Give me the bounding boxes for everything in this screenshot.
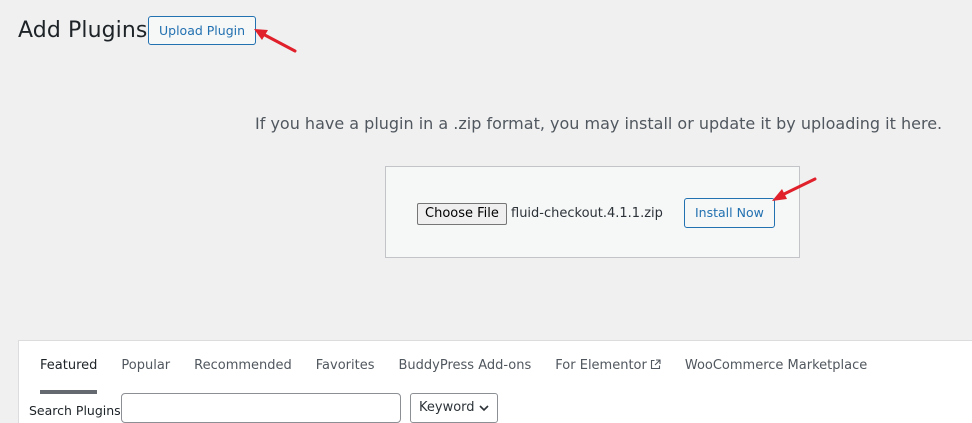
filter-tabs: Featured Popular Recommended Favorites B… [19, 341, 881, 394]
search-type-select[interactable]: Keyword [410, 393, 498, 423]
tab-label: BuddyPress Add-ons [398, 358, 532, 373]
tab-favorites[interactable]: Favorites [306, 341, 385, 394]
tab-label: Popular [121, 358, 171, 373]
annotation-arrow-icon [772, 177, 817, 201]
tab-label: Recommended [194, 358, 292, 373]
page-title: Add Plugins [18, 18, 148, 43]
tab-woocommerce-marketplace[interactable]: WooCommerce Marketplace [675, 341, 877, 394]
tab-for-elementor[interactable]: For Elementor [545, 341, 671, 394]
search-type-value: Keyword [419, 400, 475, 415]
search-plugins-input[interactable] [121, 393, 401, 423]
tab-buddypress-addons[interactable]: BuddyPress Add-ons [389, 341, 542, 394]
plugin-filter-panel: Featured Popular Recommended Favorites B… [18, 340, 972, 423]
upload-help-text: If you have a plugin in a .zip format, y… [255, 114, 943, 133]
tab-label: Featured [40, 358, 98, 373]
external-link-icon [650, 359, 661, 370]
tab-label: For Elementor [555, 358, 647, 373]
annotation-arrow-icon [254, 29, 297, 53]
tab-popular[interactable]: Popular [111, 341, 180, 394]
add-plugins-page: Add Plugins Upload Plugin If you have a … [0, 0, 972, 423]
tab-recommended[interactable]: Recommended [184, 341, 302, 394]
selected-file-name: fluid-checkout.4.1.1.zip [511, 206, 663, 221]
tab-label: WooCommerce Marketplace [684, 358, 868, 373]
search-plugins-row: Search Plugins Keyword [19, 393, 972, 423]
upload-plugin-button[interactable]: Upload Plugin [148, 16, 257, 45]
install-now-button[interactable]: Install Now [684, 198, 775, 228]
chevron-down-icon [479, 405, 489, 412]
upload-form: Choose File fluid-checkout.4.1.1.zip Ins… [385, 166, 800, 258]
search-plugins-label: Search Plugins [29, 403, 121, 418]
tab-label: Favorites [315, 358, 375, 373]
choose-file-button[interactable]: Choose File [417, 203, 507, 225]
tab-featured[interactable]: Featured [30, 341, 107, 394]
